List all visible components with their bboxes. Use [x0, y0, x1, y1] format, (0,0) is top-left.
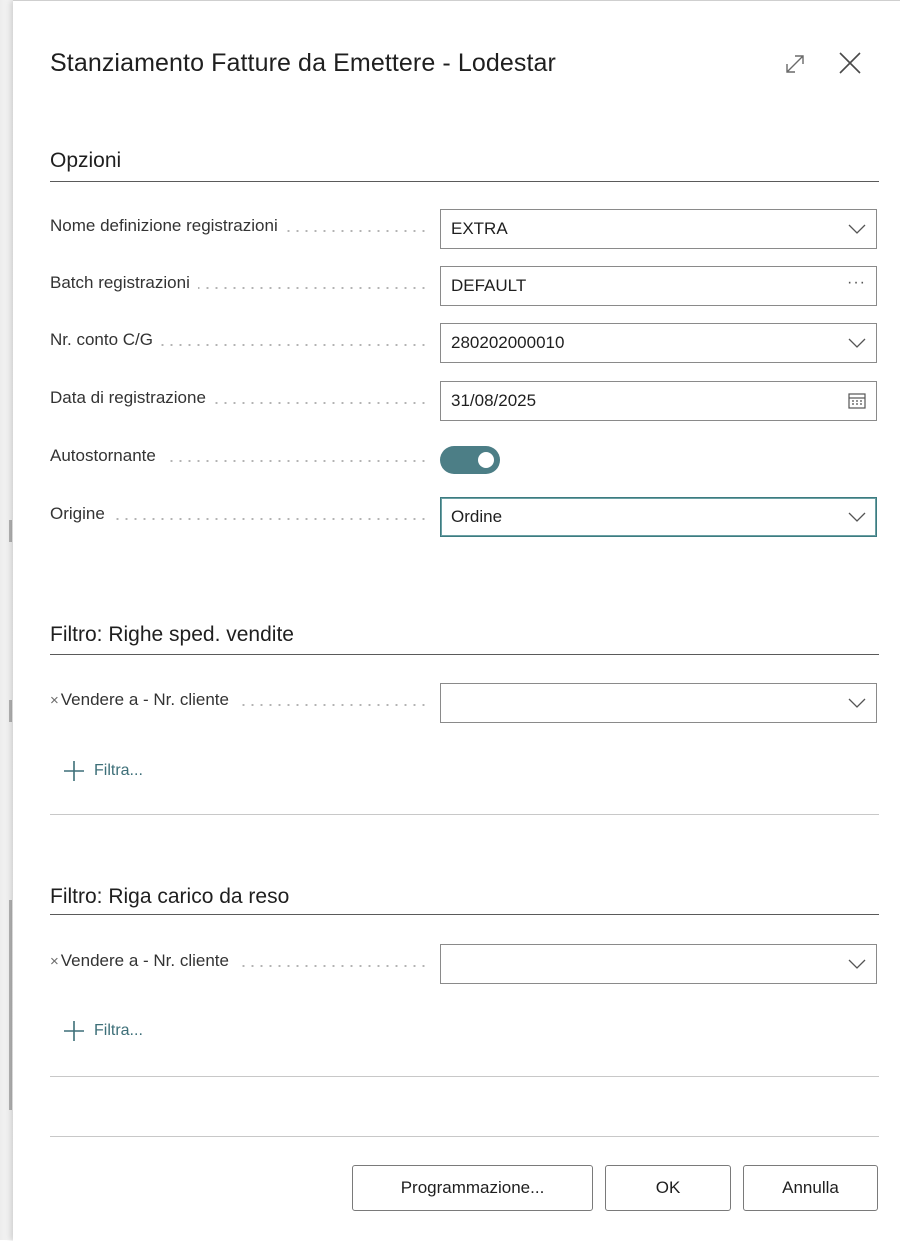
- label-journal-template: Nome definizione registrazioni: [50, 216, 430, 244]
- section-divider: [50, 1076, 879, 1077]
- footer-divider: [50, 1136, 879, 1137]
- label-origin: Origine: [50, 504, 430, 532]
- background-window-edge: [0, 0, 13, 1240]
- field-label-text: Vendere a - Nr. cliente: [60, 690, 229, 709]
- journal-batch-field[interactable]: DEFAULT ···: [440, 266, 877, 306]
- return-customer-filter-select[interactable]: [440, 944, 877, 984]
- journal-template-select[interactable]: EXTRA: [440, 209, 877, 249]
- add-filter-label: Filtra...: [94, 1022, 143, 1039]
- dialog: Stanziamento Fatture da Emettere - Lodes…: [13, 0, 900, 1241]
- field-value: 280202000010: [451, 333, 565, 352]
- shipment-customer-filter-select[interactable]: [440, 683, 877, 723]
- section-rule: [50, 654, 879, 655]
- background-mark: [9, 900, 12, 1110]
- background-mark: [9, 700, 12, 722]
- ellipsis-glyph: ···: [847, 274, 866, 291]
- background-mark: [9, 520, 12, 542]
- dialog-title: Stanziamento Fatture da Emettere - Lodes…: [50, 49, 556, 77]
- field-label-text: Data di registrazione: [50, 388, 214, 407]
- label-gl-account: Nr. conto C/G: [50, 330, 430, 358]
- field-label-text: Nome definizione registrazioni: [50, 216, 286, 235]
- auto-reverse-toggle[interactable]: [440, 446, 500, 474]
- remove-filter-icon[interactable]: ×: [50, 953, 59, 970]
- field-label-text: Autostornante: [50, 446, 164, 465]
- field-label-text: Origine: [50, 504, 113, 523]
- add-filter-label: Filtra...: [94, 762, 143, 779]
- label-journal-batch: Batch registrazioni: [50, 273, 430, 301]
- chevron-down-icon[interactable]: [848, 324, 866, 362]
- close-icon[interactable]: [835, 48, 865, 78]
- expand-icon[interactable]: [782, 51, 808, 77]
- field-label-text: Nr. conto C/G: [50, 330, 161, 349]
- field-value: EXTRA: [451, 219, 508, 238]
- field-label-text: Vendere a - Nr. cliente: [60, 951, 229, 970]
- field-label-text: Batch registrazioni: [50, 273, 198, 292]
- section-rule: [50, 181, 879, 182]
- field-value: DEFAULT: [451, 276, 527, 295]
- plus-icon: [64, 1021, 84, 1041]
- add-filter-link-shipments[interactable]: Filtra...: [62, 757, 143, 785]
- section-rule: [50, 914, 879, 915]
- section-divider: [50, 814, 879, 815]
- label-auto-reverse: Autostornante: [50, 446, 430, 474]
- ellipsis-icon[interactable]: ···: [847, 267, 866, 305]
- section-title-options: Opzioni: [50, 149, 122, 172]
- ok-button[interactable]: OK: [605, 1165, 731, 1211]
- add-filter-link-returns[interactable]: Filtra...: [62, 1017, 143, 1045]
- label-posting-date: Data di registrazione: [50, 388, 430, 416]
- chevron-down-icon[interactable]: [848, 945, 866, 983]
- calendar-icon[interactable]: [848, 382, 866, 420]
- toggle-knob: [478, 452, 494, 468]
- chevron-down-icon[interactable]: [848, 498, 866, 536]
- section-title-shipment-filter: Filtro: Righe sped. vendite: [50, 623, 294, 646]
- plus-icon: [64, 761, 84, 781]
- cancel-button[interactable]: Annulla: [743, 1165, 878, 1211]
- chevron-down-icon[interactable]: [848, 684, 866, 722]
- chevron-down-icon[interactable]: [848, 210, 866, 248]
- origin-select[interactable]: Ordine: [440, 497, 877, 537]
- field-value: 31/08/2025: [451, 391, 537, 410]
- posting-date-field[interactable]: 31/08/2025: [440, 381, 877, 421]
- field-value: Ordine: [451, 507, 503, 526]
- gl-account-select[interactable]: 280202000010: [440, 323, 877, 363]
- label-shipment-customer-filter: × Vendere a - Nr. cliente: [50, 690, 430, 718]
- section-title-return-filter: Filtro: Riga carico da reso: [50, 885, 290, 908]
- remove-filter-icon[interactable]: ×: [50, 692, 59, 709]
- schedule-button[interactable]: Programmazione...: [352, 1165, 593, 1211]
- label-return-customer-filter: × Vendere a - Nr. cliente: [50, 951, 430, 979]
